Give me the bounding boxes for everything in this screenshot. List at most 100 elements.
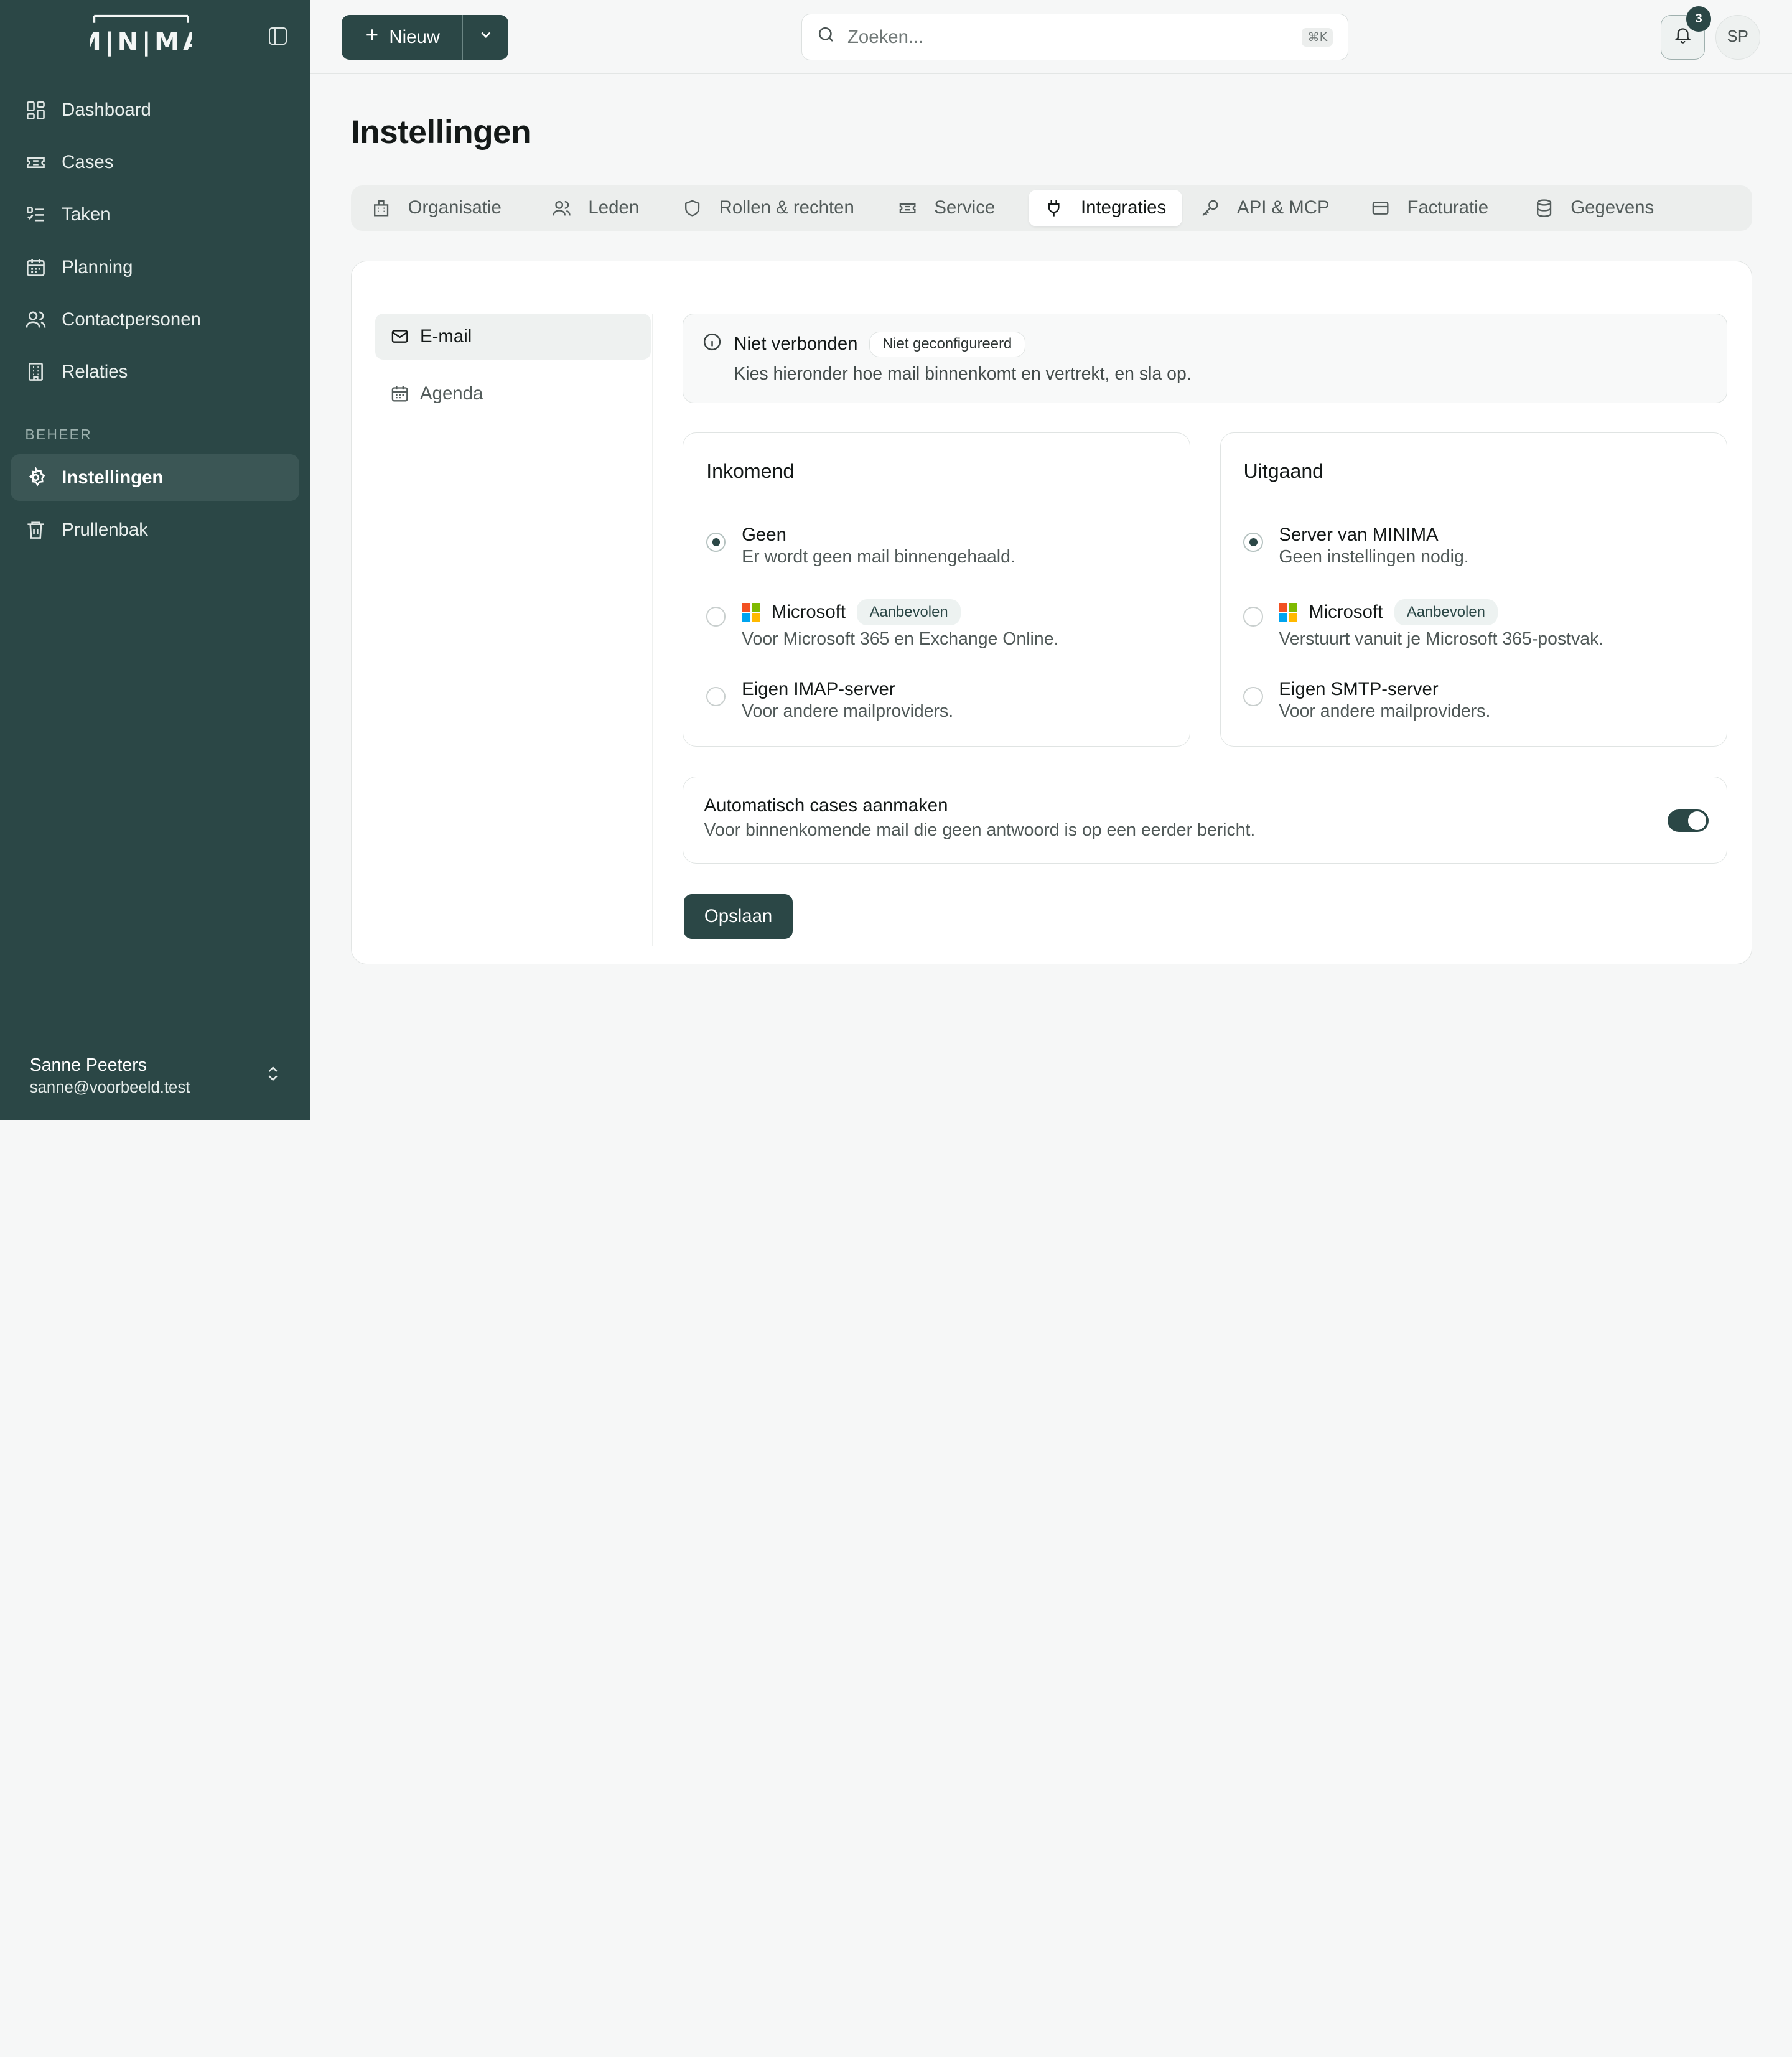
sidebar-collapse-icon[interactable]	[268, 27, 287, 45]
option-title: Microsoft	[1309, 601, 1383, 622]
key-icon	[1200, 198, 1220, 218]
notifications-button[interactable]: 3	[1660, 6, 1712, 60]
calendar-icon	[390, 384, 409, 403]
radio-button[interactable]	[1243, 686, 1263, 707]
sidebar-item-planning[interactable]: Planning	[11, 244, 300, 291]
plug-icon	[1044, 198, 1063, 218]
radio-button-selected[interactable]	[1243, 533, 1263, 553]
subnav-item-email[interactable]: E-mail	[375, 314, 651, 360]
main-content: Nieuw ⌘K 3 S	[309, 0, 1792, 1120]
new-dropdown-button[interactable]	[463, 15, 508, 60]
tab-label: Integraties	[1081, 197, 1167, 218]
incoming-option-geen[interactable]: Geen Er wordt geen mail binnengehaald.	[706, 525, 1015, 567]
sidebar-item-cases[interactable]: Cases	[11, 139, 300, 186]
users-icon	[25, 309, 47, 330]
tab-label: Facturatie	[1407, 197, 1489, 218]
setting-title: Automatisch cases aanmaken	[704, 795, 948, 816]
chevrons-up-down-icon	[264, 1065, 282, 1088]
setting-description: Voor binnenkomende mail die geen antwoor…	[704, 819, 1256, 840]
tab-api-mcp[interactable]: API & MCP	[1182, 190, 1345, 226]
option-title: Eigen IMAP-server	[742, 679, 895, 700]
sidebar: M|N|MA Dashboard Cases	[0, 0, 310, 1120]
sidebar-item-label: Relaties	[62, 361, 128, 382]
integrations-card: E-mail Agenda Niet verbonden Niet geconf…	[350, 260, 1752, 965]
sidebar-section-label: BEHEER	[25, 426, 92, 442]
tab-service[interactable]: Service	[882, 190, 1011, 226]
tab-gegevens[interactable]: Gegevens	[1518, 190, 1670, 226]
search-box[interactable]: ⌘K	[801, 14, 1349, 61]
subnav-label: Agenda	[420, 383, 483, 404]
user-menu[interactable]: Sanne Peeters sanne@voorbeeld.test	[30, 1055, 282, 1098]
database-icon	[1534, 198, 1554, 218]
ticket-icon	[898, 198, 917, 218]
status-subtitle: Kies hieronder hoe mail binnenkomt en ve…	[734, 363, 1192, 384]
user-name: Sanne Peeters	[29, 1055, 147, 1075]
tab-leden[interactable]: Leden	[536, 190, 655, 226]
new-button-label: Nieuw	[389, 26, 441, 47]
sidebar-item-prullenbak[interactable]: Prullenbak	[11, 506, 300, 553]
new-button-group: Nieuw	[342, 14, 509, 60]
option-description: Voor andere mailproviders.	[1279, 701, 1491, 721]
ticket-icon	[25, 152, 47, 174]
auto-cases-toggle[interactable]	[1667, 809, 1709, 833]
page-title: Instellingen	[350, 113, 531, 151]
tab-integraties[interactable]: Integraties	[1028, 189, 1182, 226]
sidebar-item-label: Dashboard	[62, 100, 151, 121]
microsoft-logo-icon	[742, 603, 760, 622]
radio-button-selected[interactable]	[706, 533, 726, 553]
subnav-item-agenda[interactable]: Agenda	[375, 371, 651, 416]
connection-status: Niet verbonden Niet geconfigureerd Kies …	[683, 314, 1728, 403]
save-button[interactable]: Opslaan	[684, 894, 793, 939]
notification-count-badge: 3	[1686, 6, 1712, 32]
option-title: Eigen SMTP-server	[1279, 679, 1439, 700]
sidebar-item-label: Instellingen	[62, 467, 164, 488]
recommended-badge: Aanbevolen	[857, 599, 961, 626]
outgoing-option-minima[interactable]: Server van MINIMA Geen instellingen nodi…	[1243, 525, 1469, 567]
sidebar-item-relaties[interactable]: Relaties	[11, 348, 300, 395]
recommended-badge: Aanbevolen	[1394, 599, 1498, 626]
option-description: Voor andere mailproviders.	[742, 701, 954, 721]
bell-icon	[1673, 25, 1692, 49]
option-title: Server van MINIMA	[1279, 525, 1439, 546]
outgoing-option-microsoft[interactable]: Microsoft Aanbevolen Verstuurt vanuit je…	[1243, 599, 1603, 650]
tab-facturatie[interactable]: Facturatie	[1355, 190, 1505, 226]
radio-button[interactable]	[706, 607, 726, 627]
tab-label: Service	[934, 197, 996, 218]
settings-tabs: Organisatie Leden Rollen & rechten Servi…	[350, 185, 1752, 231]
tab-label: Rollen & rechten	[719, 197, 854, 218]
incoming-panel: Inkomend Geen Er wordt geen mail binneng…	[683, 432, 1190, 747]
user-email: sanne@voorbeeld.test	[29, 1079, 190, 1097]
tab-organisatie[interactable]: Organisatie	[355, 190, 517, 226]
radio-button[interactable]	[706, 686, 726, 707]
sidebar-item-instellingen[interactable]: Instellingen	[10, 454, 300, 501]
option-description: Er wordt geen mail binnengehaald.	[742, 547, 1015, 567]
search-input[interactable]	[847, 26, 1302, 48]
new-button[interactable]: Nieuw	[342, 14, 463, 60]
mail-icon	[390, 327, 409, 346]
sidebar-item-dashboard[interactable]: Dashboard	[11, 87, 300, 134]
sidebar-nav: Dashboard Cases Taken Planning Contactpe…	[0, 73, 310, 554]
svg-text:M|N|MA: M|N|MA	[90, 27, 192, 57]
option-description: Geen instellingen nodig.	[1279, 547, 1469, 567]
avatar[interactable]: SP	[1715, 14, 1760, 60]
shield-icon	[683, 198, 702, 218]
sidebar-item-taken[interactable]: Taken	[11, 192, 300, 238]
plus-icon	[364, 27, 380, 48]
microsoft-logo-icon	[1279, 603, 1297, 622]
trash-icon	[25, 519, 47, 541]
status-title: Niet verbonden	[734, 334, 858, 355]
sidebar-item-contactpersonen[interactable]: Contactpersonen	[11, 296, 300, 343]
tab-label: Organisatie	[408, 197, 502, 218]
sidebar-item-label: Taken	[62, 204, 111, 225]
tab-rollen-rechten[interactable]: Rollen & rechten	[666, 190, 870, 226]
incoming-option-imap[interactable]: Eigen IMAP-server Voor andere mailprovid…	[706, 679, 953, 722]
status-badge: Niet geconfigureerd	[869, 331, 1025, 357]
info-icon	[702, 332, 722, 357]
app-logo[interactable]: M|N|MA	[90, 14, 192, 59]
radio-button[interactable]	[1243, 607, 1263, 627]
incoming-option-microsoft[interactable]: Microsoft Aanbevolen Voor Microsoft 365 …	[706, 599, 1058, 650]
outgoing-option-smtp[interactable]: Eigen SMTP-server Voor andere mailprovid…	[1243, 679, 1490, 722]
option-title: Microsoft	[771, 601, 846, 622]
option-title: Geen	[742, 525, 786, 546]
integration-subnav: E-mail Agenda	[375, 314, 651, 428]
